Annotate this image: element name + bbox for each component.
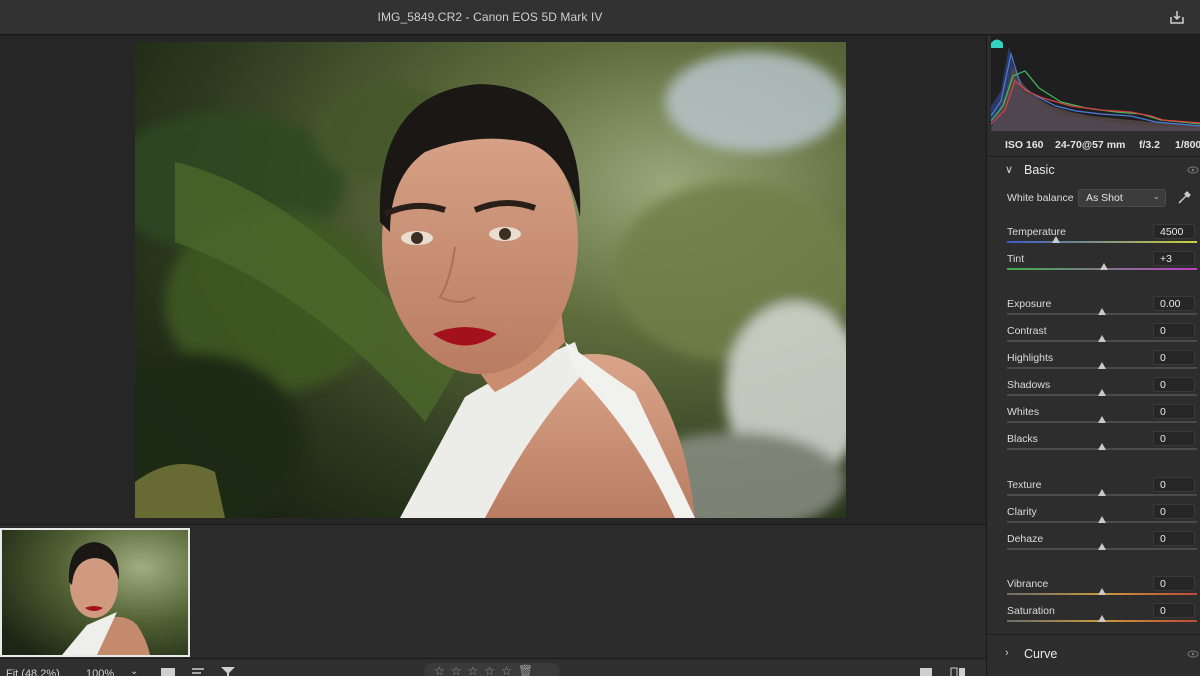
slider-value-field[interactable]: 0 bbox=[1153, 323, 1195, 338]
star-icon[interactable]: ☆ bbox=[468, 663, 479, 676]
slider-row-blacks: Blacks 0 bbox=[987, 431, 1200, 461]
basic-section-header[interactable]: ∨ Basic bbox=[987, 160, 1200, 182]
slider-value-field[interactable]: 4500 bbox=[1153, 224, 1195, 239]
slider-row-dehaze: Dehaze 0 bbox=[987, 531, 1200, 561]
iso-value: ISO 160 bbox=[1005, 139, 1044, 151]
slider-row-whites: Whites 0 bbox=[987, 404, 1200, 434]
shadow-clipping-warning-icon[interactable] bbox=[991, 38, 1003, 48]
slider-label: Exposure bbox=[1007, 298, 1052, 310]
visibility-eye-icon[interactable] bbox=[1187, 649, 1199, 659]
slider-row-temperature: Temperature 4500 bbox=[987, 224, 1200, 254]
before-after-icon[interactable] bbox=[160, 666, 176, 676]
slider-handle[interactable] bbox=[1098, 362, 1106, 369]
window-title: IMG_5849.CR2 - Canon EOS 5D Mark IV bbox=[377, 10, 603, 24]
star-icon[interactable]: ☆ bbox=[501, 663, 512, 676]
slider-label: Shadows bbox=[1007, 379, 1051, 391]
slider-value-field[interactable]: +3 bbox=[1153, 251, 1195, 266]
eyedropper-icon[interactable] bbox=[1177, 189, 1193, 205]
slider-value-field[interactable]: 0 bbox=[1153, 603, 1195, 618]
slider-value-field[interactable]: 0 bbox=[1153, 576, 1195, 591]
star-rating[interactable]: ☆ ☆ ☆ ☆ ☆ 🗑 bbox=[424, 663, 560, 676]
slider-handle[interactable] bbox=[1098, 543, 1106, 550]
zoom-chevron-down-icon[interactable]: ⌄ bbox=[130, 666, 138, 676]
export-icon[interactable] bbox=[1168, 8, 1186, 26]
slider-handle[interactable] bbox=[1098, 516, 1106, 523]
chevron-down-icon: ⌄ bbox=[1152, 191, 1160, 201]
slider-value-field[interactable]: 0 bbox=[1153, 477, 1195, 492]
title-bar: IMG_5849.CR2 - Canon EOS 5D Mark IV bbox=[0, 0, 1200, 35]
filmstrip-thumbnail[interactable] bbox=[0, 528, 190, 657]
slider-label: Vibrance bbox=[1007, 578, 1049, 590]
white-balance-dropdown[interactable]: As Shot ⌄ bbox=[1078, 189, 1166, 207]
slider-label: Tint bbox=[1007, 253, 1025, 265]
slider-track[interactable] bbox=[1007, 241, 1197, 243]
slider-handle[interactable] bbox=[1098, 489, 1106, 496]
image-canvas[interactable] bbox=[0, 36, 986, 524]
sort-icon[interactable] bbox=[190, 666, 206, 676]
slider-value-field[interactable]: 0 bbox=[1153, 377, 1195, 392]
slider-row-shadows: Shadows 0 bbox=[987, 377, 1200, 407]
slider-value-field[interactable]: 0 bbox=[1153, 404, 1195, 419]
slider-label: Saturation bbox=[1007, 605, 1055, 617]
slider-handle[interactable] bbox=[1052, 236, 1061, 243]
star-icon[interactable]: ☆ bbox=[451, 663, 462, 676]
white-balance-label: White balance bbox=[1007, 192, 1074, 204]
slider-handle[interactable] bbox=[1098, 335, 1106, 342]
shutter-value: 1/800 bbox=[1175, 139, 1200, 151]
star-icon[interactable]: ☆ bbox=[484, 663, 495, 676]
divider bbox=[987, 634, 1200, 635]
slider-row-exposure: Exposure 0.00 bbox=[987, 296, 1200, 326]
slider-row-vibrance: Vibrance 0 bbox=[987, 576, 1200, 606]
zoom-level[interactable]: 100% bbox=[86, 668, 114, 676]
slider-row-contrast: Contrast 0 bbox=[987, 323, 1200, 353]
slider-label: Clarity bbox=[1007, 506, 1037, 518]
slider-row-saturation: Saturation 0 bbox=[987, 603, 1200, 633]
lens-value: 24-70@57 mm bbox=[1055, 139, 1126, 151]
slider-handle[interactable] bbox=[1098, 416, 1106, 423]
divider bbox=[987, 156, 1200, 157]
trash-icon[interactable]: 🗑 bbox=[518, 663, 533, 676]
aperture-value: f/3.2 bbox=[1139, 139, 1161, 151]
slider-handle[interactable] bbox=[1098, 443, 1106, 450]
edit-panel: ISO 160 24-70@57 mm f/3.2 1/800 ∨ Basic … bbox=[986, 36, 1200, 676]
slider-value-field[interactable]: 0 bbox=[1153, 531, 1195, 546]
slider-value-field[interactable]: 0 bbox=[1153, 350, 1195, 365]
camera-metadata: ISO 160 24-70@57 mm f/3.2 1/800 bbox=[987, 132, 1200, 156]
slider-handle[interactable] bbox=[1098, 615, 1106, 622]
slider-label: Dehaze bbox=[1007, 533, 1044, 545]
curve-section-title: Curve bbox=[1024, 647, 1058, 661]
slider-handle[interactable] bbox=[1099, 263, 1108, 270]
filter-icon[interactable] bbox=[220, 666, 236, 676]
slider-handle[interactable] bbox=[1098, 588, 1106, 595]
slider-label: Contrast bbox=[1007, 325, 1047, 337]
slider-row-clarity: Clarity 0 bbox=[987, 504, 1200, 534]
slider-row-highlights: Highlights 0 bbox=[987, 350, 1200, 380]
single-view-icon[interactable] bbox=[918, 666, 934, 676]
slider-value-field[interactable]: 0 bbox=[1153, 504, 1195, 519]
slider-row-texture: Texture 0 bbox=[987, 477, 1200, 507]
star-icon[interactable]: ☆ bbox=[434, 663, 445, 676]
slider-label: Highlights bbox=[1007, 352, 1054, 364]
visibility-eye-icon[interactable] bbox=[1187, 165, 1199, 175]
basic-section-title: Basic bbox=[1024, 163, 1055, 177]
chevron-down-icon[interactable]: ∨ bbox=[1005, 163, 1013, 176]
slider-label: Texture bbox=[1007, 479, 1042, 491]
fit-zoom-label[interactable]: Fit (48.2%) bbox=[6, 668, 60, 676]
compare-view-icon[interactable] bbox=[950, 666, 966, 676]
slider-row-tint: Tint +3 bbox=[987, 251, 1200, 281]
slider-handle[interactable] bbox=[1098, 308, 1106, 315]
slider-handle[interactable] bbox=[1098, 389, 1106, 396]
main-photo[interactable] bbox=[135, 42, 846, 518]
white-balance-value: As Shot bbox=[1086, 192, 1123, 204]
slider-value-field[interactable]: 0 bbox=[1153, 431, 1195, 446]
histogram bbox=[991, 36, 1200, 131]
filmstrip[interactable] bbox=[0, 524, 986, 658]
slider-label: Blacks bbox=[1007, 433, 1038, 445]
curve-section-header[interactable]: › Curve bbox=[987, 644, 1200, 666]
chevron-right-icon[interactable]: › bbox=[1005, 647, 1009, 659]
bottom-toolbar: Fit (48.2%) 100% ⌄ ☆ ☆ ☆ ☆ ☆ 🗑 bbox=[0, 658, 986, 676]
slider-value-field[interactable]: 0.00 bbox=[1153, 296, 1195, 311]
slider-label: Whites bbox=[1007, 406, 1040, 418]
